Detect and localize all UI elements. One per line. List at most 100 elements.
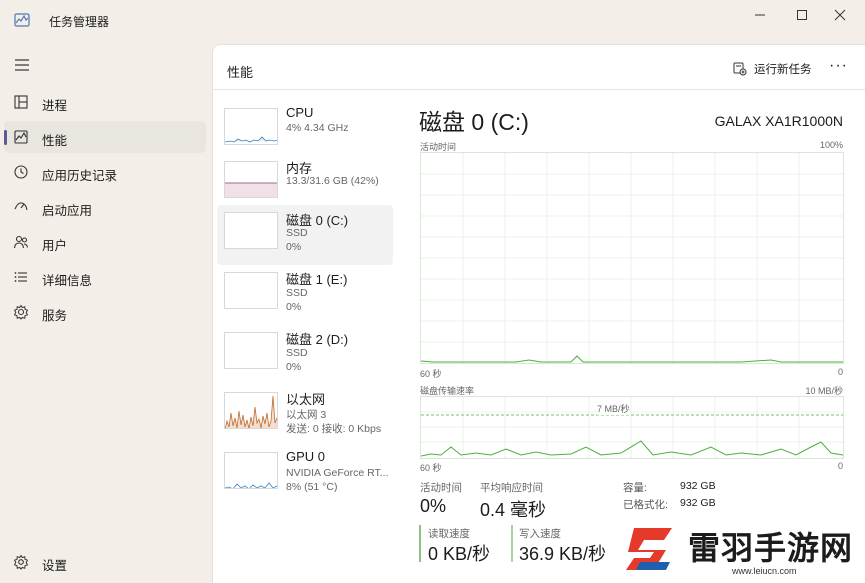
formatted-label: 已格式化: <box>623 499 668 511</box>
active-time-max-label: 100% <box>819 140 843 150</box>
capacity-label: 容量: <box>623 482 647 494</box>
active-time-axis-right: 0 <box>837 367 843 377</box>
disk0-thumbnail-graph <box>224 212 278 249</box>
memory-thumbnail-graph <box>224 161 278 198</box>
stat-write-label: 写入速度 <box>519 528 561 540</box>
transfer-axis-left: 60 秒 <box>420 463 442 473</box>
task-manager-icon <box>14 13 30 27</box>
sidebar-item-services[interactable]: 服务 <box>4 296 206 328</box>
sidebar-item-label: 详细信息 <box>42 274 93 288</box>
main-panel: 性能 运行新任务 ··· CPU 4% 4.34 GHz 内存 13.3/31.… <box>212 44 865 583</box>
sidebar-item-label: 用户 <box>42 239 68 253</box>
detail-title: 磁盘 0 (C:) <box>419 109 529 135</box>
disk-model: GALAX XA1R1000N <box>714 113 843 129</box>
minimize-button[interactable] <box>737 0 783 30</box>
sidebar-item-app-history[interactable]: 应用历史记录 <box>4 156 206 188</box>
stat-active-time-label: 活动时间 <box>420 482 462 494</box>
app-title: 任务管理器 <box>49 15 110 29</box>
formatted-value: 932 GB <box>680 497 716 509</box>
device-name: CPU <box>286 105 314 120</box>
device-name: GPU 0 <box>286 449 326 464</box>
sidebar-item-users[interactable]: 用户 <box>4 226 206 258</box>
device-name: 磁盘 2 (D:) <box>286 332 349 347</box>
stat-response-label: 平均响应时间 <box>480 482 543 494</box>
active-time-axis-left: 60 秒 <box>420 369 442 379</box>
services-icon <box>13 304 29 320</box>
device-sub2: 0% <box>286 361 302 373</box>
transfer-rate-graph <box>420 396 844 459</box>
users-icon <box>13 235 29 249</box>
active-indicator <box>4 130 7 145</box>
title-bar: 任务管理器 <box>0 0 865 42</box>
hamburger-menu-icon[interactable] <box>14 58 30 72</box>
device-sub1: SSD <box>286 287 308 299</box>
device-name: 以太网 <box>286 392 326 407</box>
sidebar-item-label: 应用历史记录 <box>42 169 118 183</box>
disk2-thumbnail-graph <box>224 332 278 369</box>
close-icon <box>834 9 846 21</box>
sidebar-item-details[interactable]: 详细信息 <box>4 261 206 293</box>
page-title: 性能 <box>227 65 254 80</box>
minimize-icon <box>755 14 765 16</box>
header-divider <box>213 89 865 90</box>
settings-label: 设置 <box>42 559 68 573</box>
device-sub1: NVIDIA GeForce RT... <box>286 467 389 479</box>
device-item-cpu[interactable]: CPU 4% 4.34 GHz <box>217 105 393 161</box>
device-sub2: 发送: 0 接收: 0 Kbps <box>286 423 382 435</box>
gpu-thumbnail-graph <box>224 452 278 489</box>
sidebar-item-processes[interactable]: 进程 <box>4 86 206 118</box>
sidebar-item-label: 启动应用 <box>42 204 93 218</box>
transfer-axis-right: 0 <box>837 461 843 471</box>
device-item-gpu[interactable]: GPU 0 NVIDIA GeForce RT... 8% (51 °C) <box>217 449 393 505</box>
watermark-text: 雷羽手游网 <box>688 530 854 566</box>
device-sub2: 0% <box>286 241 302 253</box>
device-item-disk-1[interactable]: 磁盘 1 (E:) SSD 0% <box>217 269 393 325</box>
device-sub2: 8% (51 °C) <box>286 481 338 493</box>
maximize-icon <box>797 10 807 20</box>
settings-gear-icon <box>13 554 29 570</box>
sidebar-item-startup[interactable]: 启动应用 <box>4 191 206 223</box>
device-sub1: SSD <box>286 347 308 359</box>
stat-read-value: 0 KB/秒 <box>428 544 491 564</box>
sidebar-item-performance[interactable]: 性能 <box>4 121 206 153</box>
close-button[interactable] <box>817 0 863 30</box>
read-speed-indicator <box>419 525 421 562</box>
processes-icon <box>14 95 28 109</box>
active-time-graph <box>420 152 844 364</box>
watermark-logo-icon <box>626 528 672 570</box>
device-item-disk-0[interactable]: 磁盘 0 (C:) SSD 0% <box>217 205 393 265</box>
run-task-icon <box>733 62 747 76</box>
device-sub1: 以太网 3 <box>286 409 327 421</box>
device-item-ethernet[interactable]: 以太网 以太网 3 发送: 0 接收: 0 Kbps <box>217 389 393 445</box>
performance-icon <box>14 130 28 144</box>
disk1-thumbnail-graph <box>224 272 278 309</box>
device-sub1: SSD <box>286 227 308 239</box>
cpu-thumbnail-graph <box>224 108 278 145</box>
more-options-button[interactable]: ··· <box>829 57 848 75</box>
history-icon <box>14 165 28 179</box>
stat-write-value: 36.9 KB/秒 <box>519 544 607 564</box>
transfer-rate-mid-label: 7 MB/秒 <box>597 402 630 415</box>
ethernet-thumbnail-graph <box>224 392 278 429</box>
device-sub1: 4% 4.34 GHz <box>286 122 349 134</box>
stat-active-time-value: 0% <box>420 496 447 516</box>
device-item-disk-2[interactable]: 磁盘 2 (D:) SSD 0% <box>217 329 393 385</box>
run-new-task-button[interactable]: 运行新任务 <box>733 59 812 79</box>
capacity-value: 932 GB <box>680 480 716 492</box>
stat-read-label: 读取速度 <box>428 528 470 540</box>
write-speed-indicator <box>511 525 513 562</box>
sidebar: 进程 性能 应用历史记录 启动应用 用户 详细信息 服务 设置 <box>0 46 212 583</box>
device-name: 磁盘 1 (E:) <box>286 272 348 287</box>
watermark-url: www.leiucn.com <box>732 566 797 576</box>
stat-response-value: 0.4 毫秒 <box>480 500 547 520</box>
device-sub1: 13.3/31.6 GB (42%) <box>286 175 379 187</box>
run-new-task-label: 运行新任务 <box>754 64 812 76</box>
watermark: 雷羽手游网 www.leiucn.com <box>614 518 865 583</box>
sidebar-item-label: 服务 <box>42 309 68 323</box>
sidebar-item-label: 性能 <box>42 134 68 148</box>
startup-icon <box>14 202 28 211</box>
sidebar-item-label: 进程 <box>42 99 68 113</box>
sidebar-item-settings[interactable]: 设置 <box>4 546 206 578</box>
details-icon <box>14 272 27 282</box>
device-sub2: 0% <box>286 301 302 313</box>
